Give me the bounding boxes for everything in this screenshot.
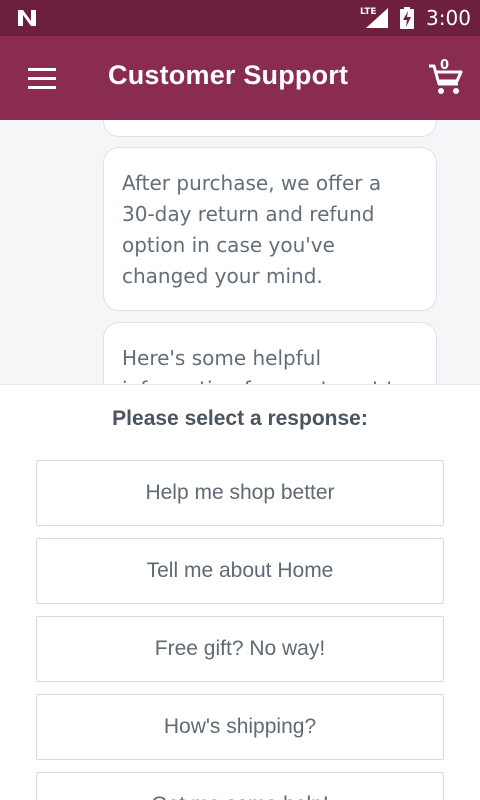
n-logo-icon xyxy=(18,10,36,26)
response-option-get-help[interactable]: Get me some help! xyxy=(36,772,444,800)
chat-message-bubble: After purchase, we offer a 30-day return… xyxy=(103,147,437,311)
response-option-free-gift[interactable]: Free gift? No way! xyxy=(36,616,444,682)
response-option-about-home[interactable]: Tell me about Home xyxy=(36,538,444,604)
battery-charging-icon xyxy=(400,7,414,29)
response-option-shipping[interactable]: How's shipping? xyxy=(36,694,444,760)
response-selector-panel: Please select a response: Help me shop b… xyxy=(0,384,480,800)
status-bar: LTE 3:00 xyxy=(0,0,480,36)
response-prompt: Please select a response: xyxy=(112,407,368,430)
app-bar: Customer Support 0 xyxy=(0,36,480,120)
hamburger-menu-icon[interactable] xyxy=(26,66,58,90)
clock: 3:00 xyxy=(426,6,471,30)
chat-history[interactable]: After purchase, we offer a 30-day return… xyxy=(0,120,480,384)
response-option-shop-better[interactable]: Help me shop better xyxy=(36,460,444,526)
chat-message-text: Here's some helpful information for you … xyxy=(122,346,406,384)
chat-message-bubble xyxy=(103,120,437,137)
signal-icon xyxy=(366,8,388,28)
page-title: Customer Support xyxy=(108,60,349,90)
chat-message-bubble: Here's some helpful information for you … xyxy=(103,322,437,384)
cart-count-badge: 0 xyxy=(440,58,450,73)
chat-message-text: After purchase, we offer a 30-day return… xyxy=(122,171,382,288)
